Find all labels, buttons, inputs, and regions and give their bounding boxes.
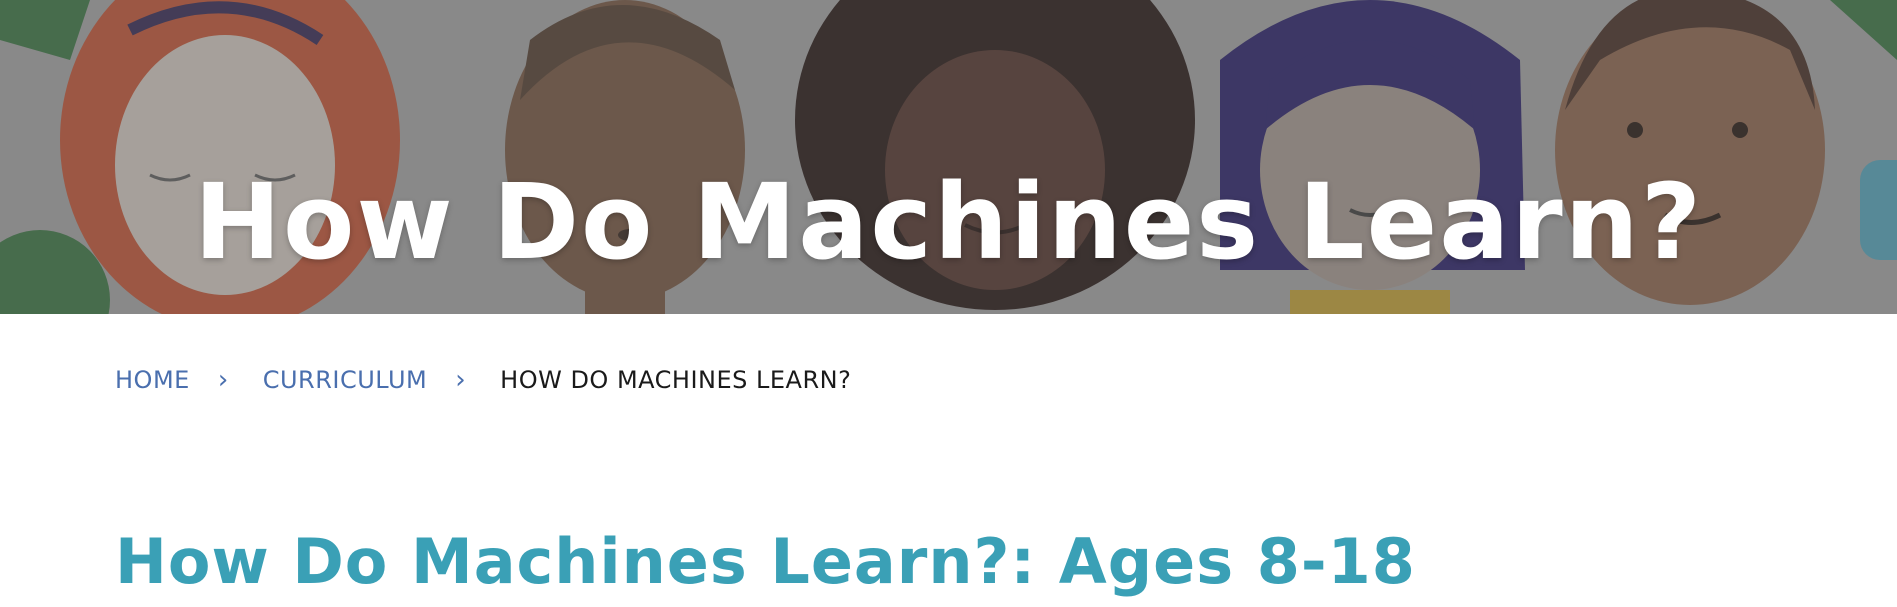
page-title: How Do Machines Learn?: Ages 8-18 [115,525,1416,598]
breadcrumb: HOME › CURRICULUM › HOW DO MACHINES LEAR… [115,362,851,398]
hero-banner: How Do Machines Learn? [0,0,1897,314]
breadcrumb-link-home[interactable]: HOME [115,366,190,394]
hero-title: How Do Machines Learn? [193,160,1704,283]
breadcrumb-current: HOW DO MACHINES LEARN? [500,366,852,394]
breadcrumb-link-curriculum[interactable]: CURRICULUM [263,366,428,394]
chevron-right-icon: › [217,365,229,395]
chevron-right-icon: › [455,365,467,395]
